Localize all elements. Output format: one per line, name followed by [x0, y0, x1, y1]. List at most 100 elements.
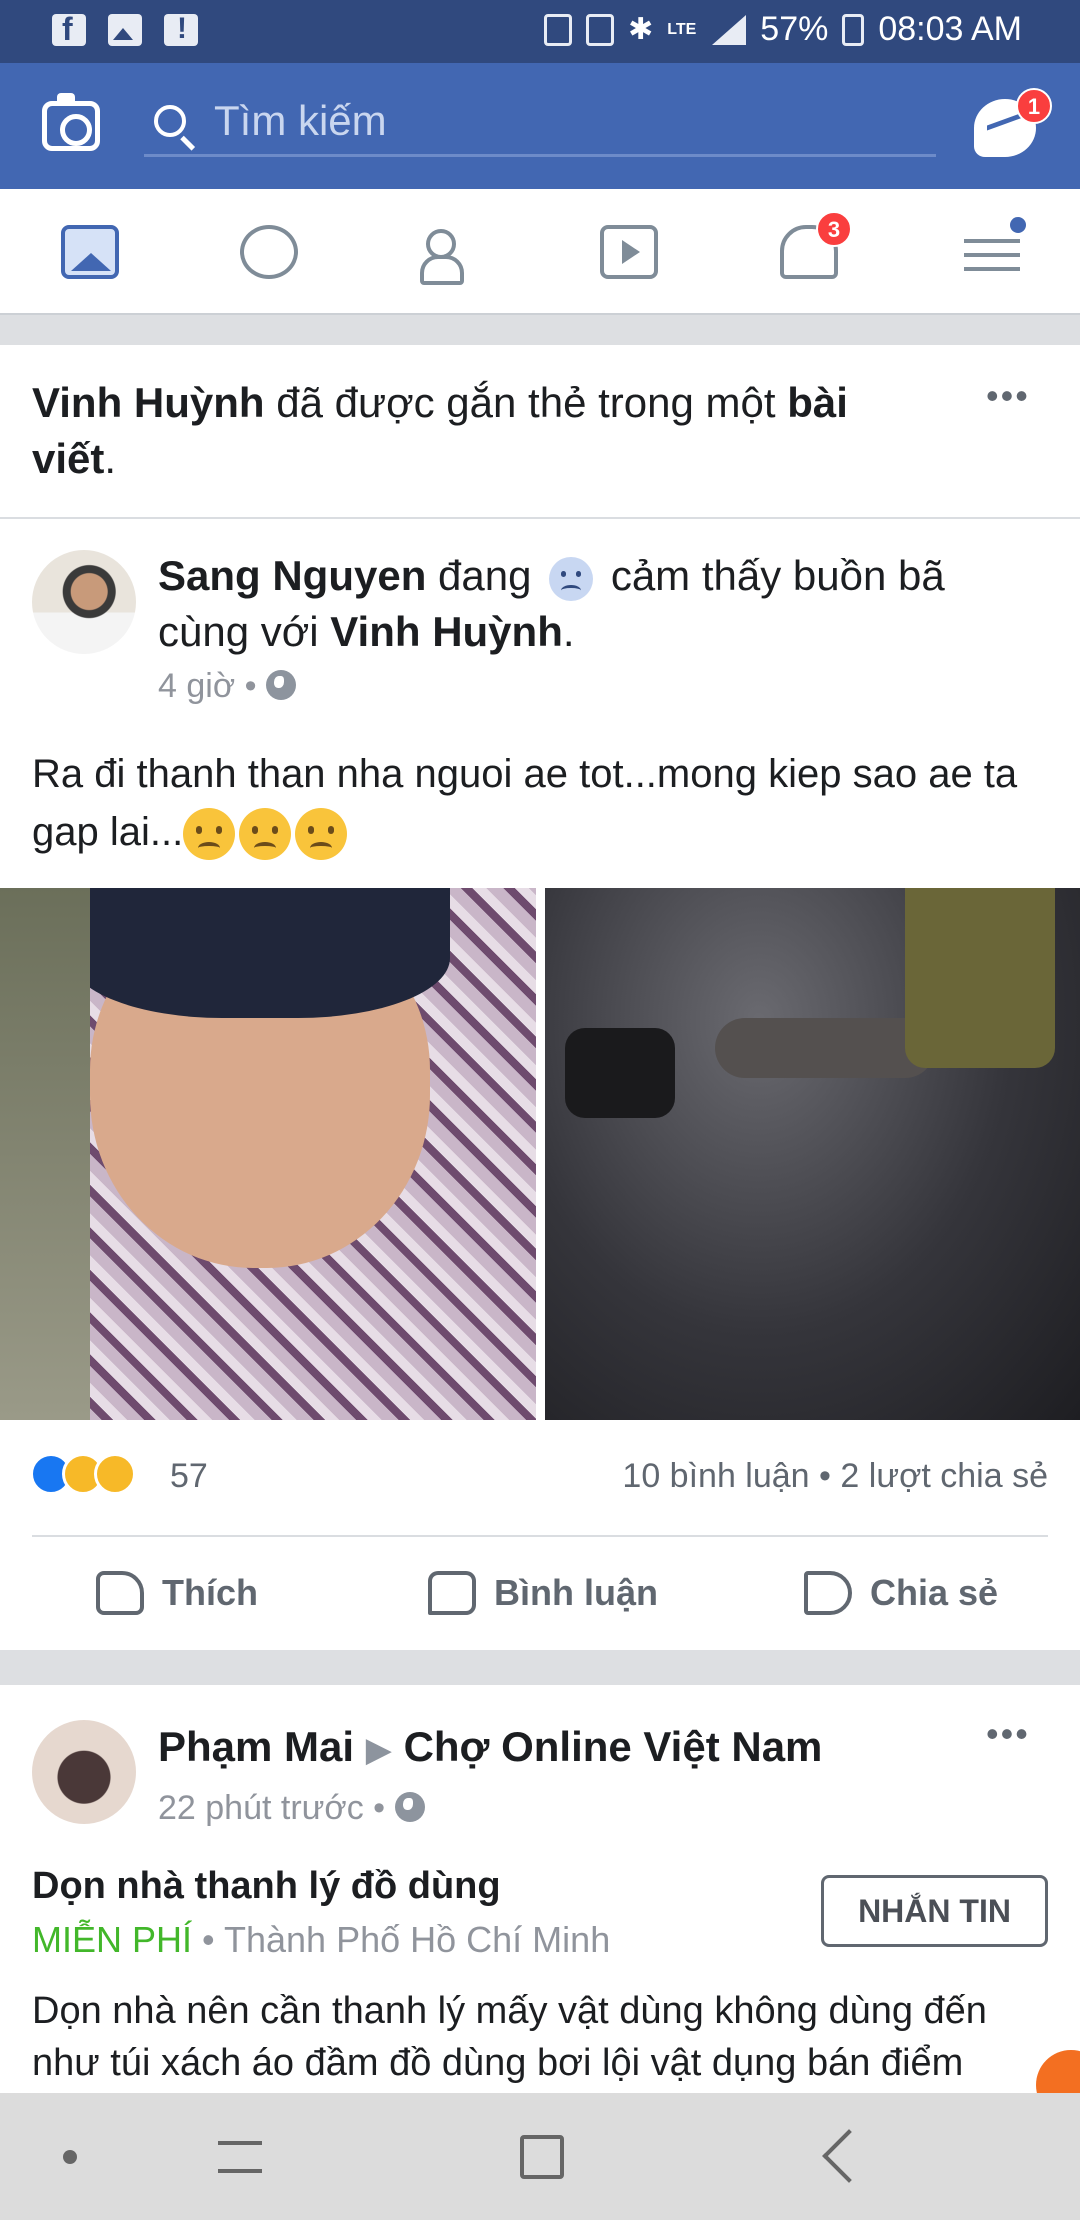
like-button[interactable]: Thích [96, 1553, 258, 1633]
photo-person-lying [715, 1018, 935, 1078]
post-text-line: như túi xách áo đầm đồ dùng bơi lội vật … [32, 2042, 964, 2084]
tab-watch[interactable] [594, 219, 664, 285]
recent-apps-icon[interactable] [218, 2141, 262, 2173]
listing-details: MIỄN PHÍ • Thành Phố Hồ Chí Minh [32, 1919, 611, 1960]
listing-location: Thành Phố Hồ Chí Minh [224, 1919, 611, 1960]
clock: 08:03 AM [878, 10, 1022, 48]
comment-label: Bình luận [494, 1572, 658, 1613]
photo-standing-person [905, 888, 1055, 1068]
share-icon [804, 1571, 852, 1615]
share-count[interactable]: 2 lượt chia sẻ [840, 1457, 1048, 1495]
with-end: . [562, 608, 575, 655]
tag-end: . [104, 435, 117, 482]
reaction-count: 57 [170, 1457, 208, 1495]
post-author-line: Phạm Mai ▶ Chợ Online Việt Nam [158, 1719, 822, 1778]
photo-hair [70, 888, 450, 1018]
top-bar: 1 [0, 63, 1080, 189]
engagement-stats: 10 bình luận • 2 lượt chia sẻ [622, 1457, 1048, 1496]
data-icon [586, 13, 615, 46]
post-body: Ra đi thanh than nha nguoi ae tot...mong… [32, 752, 1018, 854]
post-time[interactable]: 22 phút trước [158, 1789, 364, 1827]
tab-news-feed[interactable] [55, 219, 125, 285]
friends-icon [420, 225, 478, 285]
watch-icon [600, 225, 658, 279]
post-text: Dọn nhà nên cần thanh lý mấy vật dùng kh… [32, 1985, 1052, 2089]
crying-emoji [295, 808, 348, 861]
post-meta: 22 phút trước • [158, 1789, 425, 1828]
crying-emoji [239, 808, 292, 861]
post-text: Ra đi thanh than nha nguoi ae tot...mong… [32, 745, 1042, 861]
search-icon [154, 105, 186, 137]
network-type: LTE [667, 20, 697, 38]
meta-separator: • [373, 1789, 386, 1827]
with-user-link[interactable]: Vinh Huỳnh [330, 608, 563, 655]
tag-header: Vinh Huỳnh đã được gắn thẻ trong một bài… [32, 375, 932, 487]
menu-indicator-dot [1010, 217, 1026, 233]
author-link[interactable]: Sang Nguyen [158, 552, 426, 599]
status-bar: ✱ LTE 57% 08:03 AM [0, 0, 1080, 63]
signal-icon [710, 14, 747, 45]
divider [32, 1535, 1048, 1537]
tagged-user-link[interactable]: Vinh Huỳnh [32, 379, 265, 426]
post-author-line: Sang Nguyen đang cảm thấy buồn bã cùng v… [158, 548, 1038, 660]
sad-feeling-icon [549, 556, 594, 601]
listing-title[interactable]: Dọn nhà thanh lý đồ dùng [32, 1865, 501, 1908]
search-input[interactable] [214, 97, 914, 145]
more-icon[interactable] [986, 1713, 1034, 1755]
battery-saver-icon [544, 13, 573, 46]
bluetooth-icon: ✱ [628, 13, 654, 46]
news-feed-icon [61, 225, 119, 279]
message-button[interactable]: NHẮN TIN [821, 1875, 1048, 1947]
tab-bar: 3 [0, 189, 1080, 315]
post-photo[interactable] [545, 888, 1080, 1420]
avatar[interactable] [32, 550, 136, 654]
home-icon[interactable] [520, 2135, 564, 2179]
author-link[interactable]: Phạm Mai [158, 1723, 354, 1770]
arrow-right-icon: ▶ [365, 1731, 392, 1769]
tab-friends[interactable] [414, 219, 484, 285]
menu-icon [964, 225, 1022, 279]
camera-icon[interactable] [42, 93, 100, 151]
photo-icon [108, 14, 142, 46]
reactions-summary[interactable]: 57 [30, 1453, 230, 1499]
post-card: Phạm Mai ▶ Chợ Online Việt Nam 22 phút t… [0, 1685, 1080, 2120]
divider [0, 517, 1080, 519]
messenger-badge: 1 [1016, 88, 1052, 124]
battery-percent: 57% [760, 10, 829, 48]
stats-separator: • [819, 1457, 831, 1495]
post-meta: 4 giờ • [158, 667, 296, 706]
comment-count[interactable]: 10 bình luận [622, 1457, 809, 1495]
crying-emoji [183, 808, 236, 861]
share-label: Chia sẻ [870, 1572, 999, 1613]
meta-separator: • [244, 667, 257, 705]
post-time[interactable]: 4 giờ [158, 667, 235, 705]
wow-reaction-icon [94, 1453, 136, 1495]
more-icon[interactable] [986, 375, 1034, 417]
facebook-icon [52, 11, 86, 48]
like-icon [96, 1571, 144, 1615]
post-photo[interactable] [0, 888, 536, 1420]
notifications-badge: 3 [816, 211, 852, 247]
battery-icon [842, 13, 865, 46]
search-bar[interactable] [144, 93, 936, 157]
photo-background [0, 888, 90, 1420]
comment-icon [428, 1571, 476, 1615]
alert-icon [164, 12, 198, 46]
android-nav-bar [0, 2093, 1080, 2220]
post-text-line: Dọn nhà nên cần thanh lý mấy vật dùng kh… [32, 1990, 987, 2032]
back-icon[interactable] [822, 2129, 876, 2183]
comment-button[interactable]: Bình luận [428, 1553, 658, 1633]
tab-groups[interactable] [234, 219, 304, 285]
share-button[interactable]: Chia sẻ [804, 1553, 998, 1633]
photo-motorbike [565, 1028, 675, 1118]
globe-icon [265, 670, 296, 701]
nav-dot-icon[interactable] [63, 2150, 77, 2164]
like-label: Thích [162, 1572, 258, 1613]
groups-icon [240, 225, 298, 279]
group-link[interactable]: Chợ Online Việt Nam [404, 1723, 823, 1770]
feeling-prefix: đang [426, 552, 544, 599]
avatar[interactable] [32, 1720, 136, 1824]
globe-icon [394, 1792, 425, 1823]
post-card: Vinh Huỳnh đã được gắn thẻ trong một bài… [0, 345, 1080, 1650]
listing-price: MIỄN PHÍ [32, 1919, 193, 1960]
